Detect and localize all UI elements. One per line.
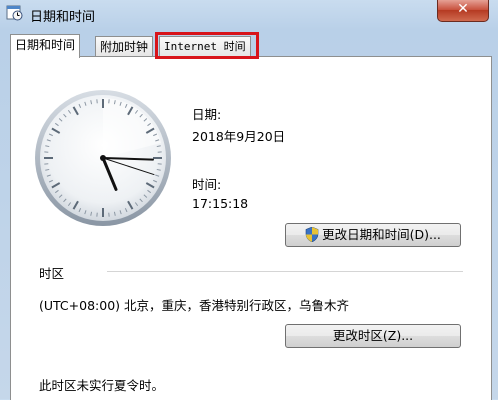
window-title: 日期和时间 (30, 6, 95, 25)
close-button[interactable]: ✕ (437, 0, 489, 22)
time-value: 17:15:18 (192, 196, 248, 211)
timezone-section-label: 时区 (39, 263, 64, 282)
title-bar: 日期和时间 ✕ (0, 0, 498, 30)
date-value: 2018年9月20日 (192, 126, 285, 145)
tab-additional-clocks[interactable]: 附加时钟 (95, 36, 153, 57)
calendar-clock-icon (6, 4, 23, 21)
dst-note: 此时区未实行夏令时。 (39, 375, 164, 394)
change-timezone-button[interactable]: 更改时区(Z)... (285, 324, 461, 348)
analog-clock (33, 88, 173, 228)
tab-date-time[interactable]: 日期和时间 (10, 34, 80, 58)
uac-shield-icon (305, 227, 319, 242)
change-date-time-button[interactable]: 更改日期和时间(D)... (285, 223, 461, 247)
timezone-value: (UTC+08:00) 北京，重庆，香港特别行政区，乌鲁木齐 (39, 295, 349, 314)
tab-panel: 日期: 2018年9月20日 时间: 17:15:18 更改日期和时间(D)..… (10, 56, 492, 400)
change-date-time-label: 更改日期和时间(D)... (322, 227, 441, 242)
highlight-box (155, 32, 259, 59)
timezone-divider (107, 271, 463, 272)
date-label: 日期: (192, 104, 221, 123)
time-label: 时间: (192, 174, 221, 193)
